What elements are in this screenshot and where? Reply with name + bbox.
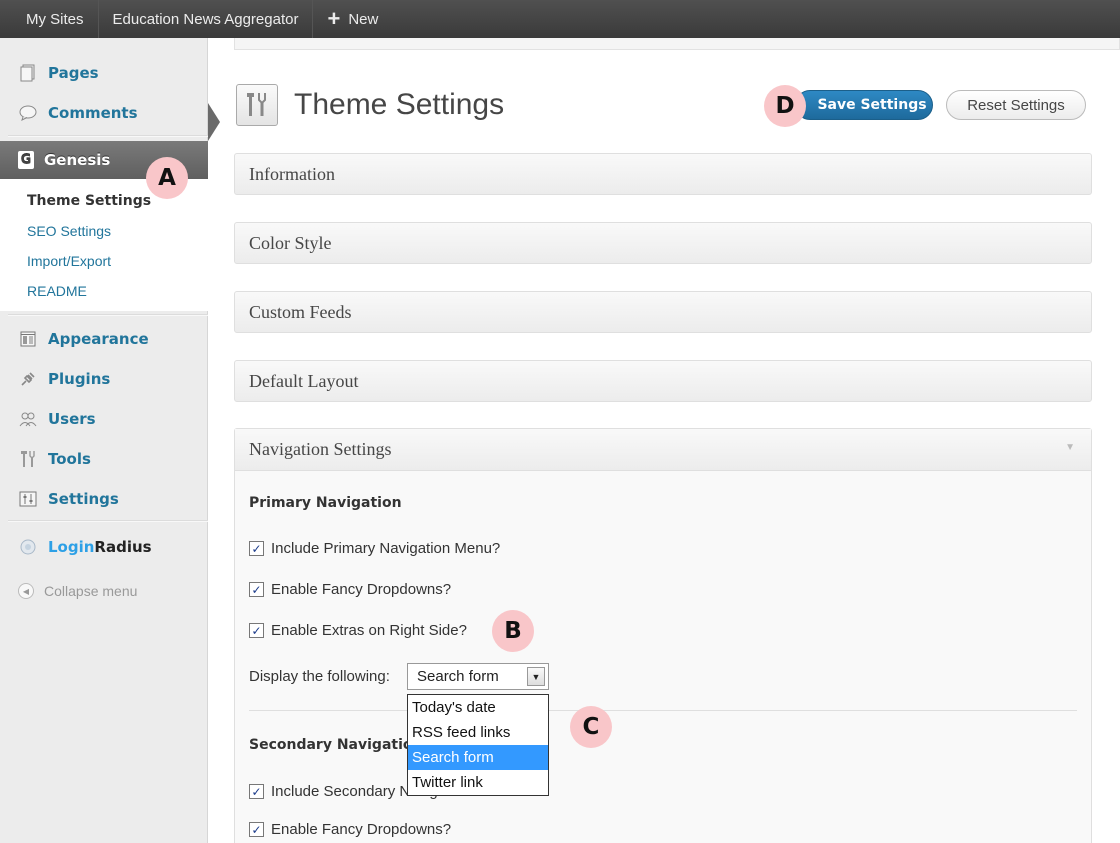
primary-extras-checkbox[interactable]: ✓ bbox=[249, 623, 264, 638]
comments-icon bbox=[18, 103, 38, 123]
new-label: New bbox=[348, 10, 379, 28]
collapse-icon: ◀ bbox=[18, 583, 34, 599]
sidebar-separator bbox=[8, 135, 208, 137]
callout-marker-d: D bbox=[764, 85, 806, 127]
site-name-link[interactable]: Education News Aggregator bbox=[99, 0, 314, 38]
navigation-settings-title: Navigation Settings bbox=[249, 439, 392, 459]
sidebar-separator bbox=[8, 314, 208, 316]
settings-icon bbox=[18, 489, 38, 509]
primary-menu-label: Include Primary Navigation Menu? bbox=[271, 540, 501, 557]
metabox-color-style[interactable]: Color Style bbox=[234, 222, 1092, 264]
sidebar-item-label: Settings bbox=[48, 490, 119, 508]
dropdown-arrow-icon[interactable]: ▼ bbox=[527, 667, 545, 686]
loginradius-label-login: Login bbox=[48, 538, 95, 556]
primary-fancy-dropdowns-checkbox[interactable]: ✓ bbox=[249, 582, 264, 597]
navigation-settings-header[interactable]: Navigation Settings ▼ bbox=[235, 429, 1091, 471]
primary-fancy-dropdowns-label: Enable Fancy Dropdowns? bbox=[271, 581, 452, 598]
section-divider bbox=[249, 710, 1077, 711]
dropdown-option[interactable]: RSS feed links bbox=[408, 720, 548, 745]
sidebar-item-users[interactable]: Users bbox=[0, 400, 208, 438]
sidebar-item-label: Comments bbox=[48, 104, 138, 122]
sidebar-item-label: Appearance bbox=[48, 330, 149, 348]
genesis-submenu: Theme Settings SEO Settings Import/Expor… bbox=[0, 179, 208, 311]
metabox-information[interactable]: Information bbox=[234, 153, 1092, 195]
toggle-arrow-icon[interactable]: ▼ bbox=[1065, 442, 1075, 453]
sidebar-item-comments[interactable]: Comments bbox=[0, 94, 208, 132]
extras-select-value: Search form bbox=[417, 668, 499, 685]
my-sites-link[interactable]: My Sites bbox=[0, 0, 99, 38]
secondary-fancy-dropdowns-checkbox[interactable]: ✓ bbox=[249, 822, 264, 837]
collapse-label: Collapse menu bbox=[44, 583, 138, 599]
sidebar-item-label: Users bbox=[48, 410, 96, 428]
sidebar-item-label: Plugins bbox=[48, 370, 111, 388]
callout-marker-c: C bbox=[570, 706, 612, 748]
primary-extras-option: ✓ Enable Extras on Right Side? bbox=[249, 622, 467, 639]
dropdown-option[interactable]: Twitter link bbox=[408, 770, 548, 795]
tools-icon bbox=[18, 449, 38, 469]
loginradius-icon bbox=[18, 537, 38, 557]
sidebar-item-label: Pages bbox=[48, 64, 99, 82]
sidebar-item-tools[interactable]: Tools bbox=[0, 440, 208, 478]
submenu-import-export[interactable]: Import/Export bbox=[0, 249, 208, 279]
loginradius-label-radius: Radius bbox=[94, 538, 152, 556]
extras-select[interactable]: Search form ▼ bbox=[407, 663, 549, 690]
extras-dropdown-list: Today's date RSS feed links Search form … bbox=[407, 694, 549, 796]
current-menu-arrow bbox=[208, 103, 220, 141]
display-following-label: Display the following: bbox=[249, 668, 390, 685]
sidebar-item-plugins[interactable]: Plugins bbox=[0, 360, 208, 398]
submenu-readme[interactable]: README bbox=[0, 279, 208, 309]
secondary-fancy-dropdowns-option: ✓ Enable Fancy Dropdowns? bbox=[249, 821, 451, 838]
save-settings-button[interactable]: Save Settings bbox=[795, 90, 933, 120]
metabox-default-layout[interactable]: Default Layout bbox=[234, 360, 1092, 402]
sidebar-item-label: Genesis bbox=[44, 151, 111, 169]
primary-navigation-title: Primary Navigation bbox=[249, 495, 402, 511]
sidebar-item-pages[interactable]: Pages bbox=[0, 54, 208, 92]
callout-marker-b: B bbox=[492, 610, 534, 652]
reset-settings-button[interactable]: Reset Settings bbox=[946, 90, 1086, 120]
new-content-link[interactable]: + New bbox=[313, 0, 392, 38]
primary-fancy-dropdowns-option: ✓ Enable Fancy Dropdowns? bbox=[249, 581, 451, 598]
sidebar-item-loginradius[interactable]: Login Radius bbox=[0, 528, 208, 566]
users-icon bbox=[18, 409, 38, 429]
pages-icon bbox=[18, 63, 38, 83]
sidebar-separator bbox=[8, 520, 208, 522]
sidebar-item-label: Tools bbox=[48, 450, 91, 468]
plugins-icon bbox=[18, 369, 38, 389]
plus-icon: + bbox=[327, 6, 341, 31]
collapse-menu-button[interactable]: ◀ Collapse menu bbox=[0, 572, 208, 610]
primary-menu-checkbox[interactable]: ✓ bbox=[249, 541, 264, 556]
genesis-icon: G bbox=[18, 151, 34, 169]
secondary-fancy-dropdowns-label: Enable Fancy Dropdowns? bbox=[271, 821, 452, 838]
secondary-navigation-title: Secondary Navigation bbox=[249, 737, 423, 753]
appearance-icon bbox=[18, 329, 38, 349]
primary-menu-option: ✓ Include Primary Navigation Menu? bbox=[249, 540, 500, 557]
callout-marker-a: A bbox=[146, 157, 188, 199]
admin-bar: My Sites Education News Aggregator + New bbox=[0, 0, 1120, 38]
metabox-custom-feeds[interactable]: Custom Feeds bbox=[234, 291, 1092, 333]
screen-options-strip bbox=[234, 38, 1120, 50]
sidebar-item-appearance[interactable]: Appearance bbox=[0, 320, 208, 358]
page-title: Theme Settings bbox=[294, 88, 505, 121]
dropdown-option-selected[interactable]: Search form bbox=[408, 745, 548, 770]
dropdown-option[interactable]: Today's date bbox=[408, 695, 548, 720]
primary-extras-label: Enable Extras on Right Side? bbox=[271, 622, 467, 639]
theme-settings-icon bbox=[236, 84, 278, 126]
sidebar-item-settings[interactable]: Settings bbox=[0, 480, 208, 518]
submenu-seo-settings[interactable]: SEO Settings bbox=[0, 219, 208, 249]
secondary-menu-checkbox[interactable]: ✓ bbox=[249, 784, 264, 799]
